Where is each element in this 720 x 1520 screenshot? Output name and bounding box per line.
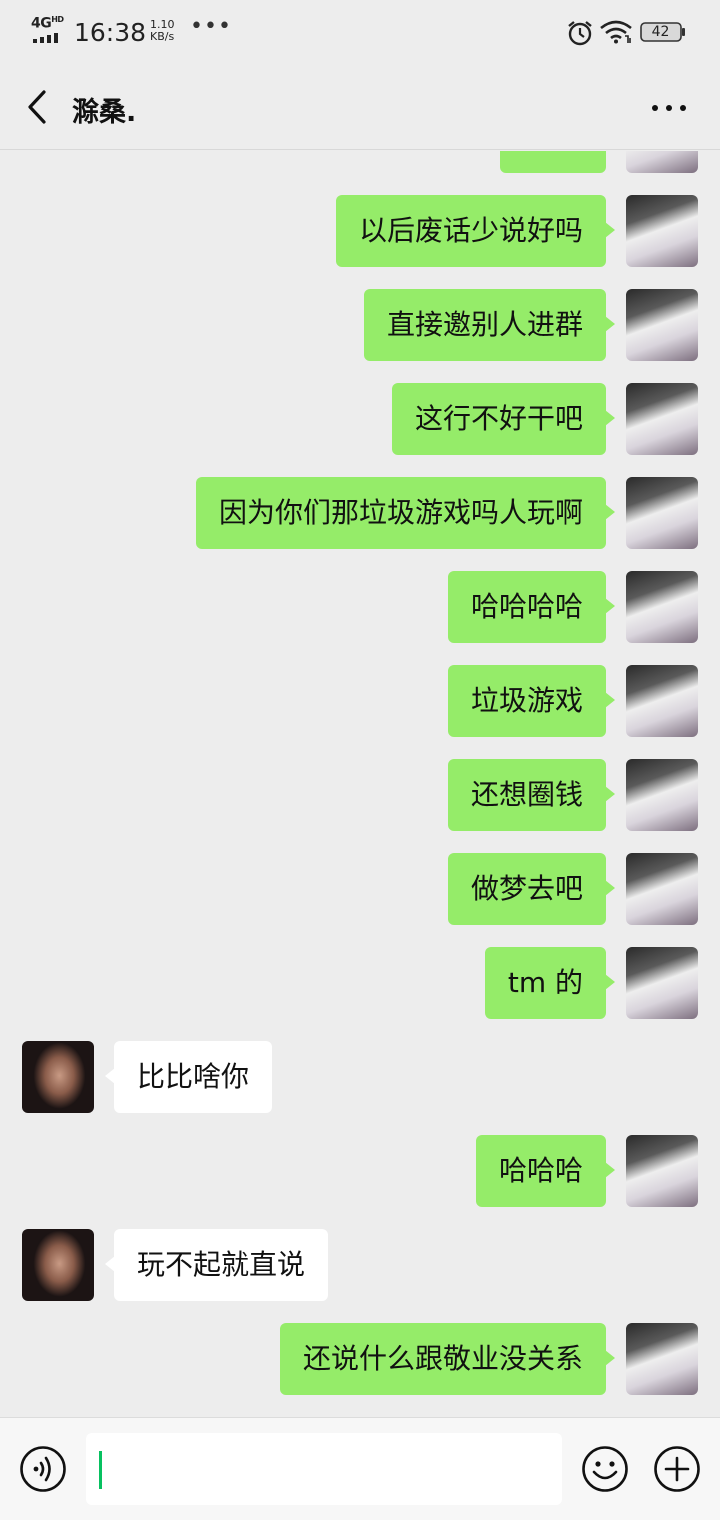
sent-message-bubble[interactable]: 因为你们那垃圾游戏吗人玩啊 — [195, 477, 616, 549]
sent-message-bubble[interactable]: 以后废话少说好吗 — [335, 195, 616, 267]
network-speed: 1.10 KB/s — [150, 18, 175, 43]
sent-message-bubble[interactable]: 垃圾游戏 — [447, 665, 616, 737]
wifi-icon — [600, 20, 632, 44]
contact-avatar[interactable] — [22, 1041, 94, 1113]
sent-message-bubble[interactable]: tm 的 — [484, 947, 616, 1019]
message-input[interactable] — [86, 1433, 562, 1505]
plus-icon[interactable] — [653, 1445, 701, 1493]
received-message-bubble[interactable]: 玩不起就直说 — [104, 1229, 329, 1301]
input-bar — [0, 1417, 720, 1520]
sent-message-bubble[interactable]: 直接邀别人进群 — [363, 289, 616, 361]
contact-avatar[interactable] — [22, 1229, 94, 1301]
voice-icon[interactable] — [19, 1445, 67, 1493]
self-avatar[interactable] — [626, 477, 698, 549]
sent-message-bubble[interactable]: 哈哈哈 — [475, 1135, 616, 1207]
status-bar: 4GHD 16:38 1.10 KB/s ••• 42 — [0, 0, 720, 64]
self-avatar[interactable] — [626, 195, 698, 267]
self-avatar[interactable] — [626, 947, 698, 1019]
emoji-icon[interactable] — [581, 1445, 629, 1493]
notification-dots: ••• — [190, 14, 232, 39]
self-avatar[interactable] — [626, 289, 698, 361]
sent-message-bubble[interactable]: 做梦去吧 — [447, 853, 616, 925]
self-avatar[interactable] — [626, 1323, 698, 1395]
chat-header: 滁桑. — [0, 64, 720, 150]
sent-message-bubble[interactable]: 还说什么跟敬业没关系 — [279, 1323, 616, 1395]
sent-message-bubble[interactable]: 这行不好干吧 — [391, 383, 616, 455]
self-avatar[interactable] — [626, 383, 698, 455]
self-avatar[interactable] — [626, 853, 698, 925]
alarm-icon — [568, 21, 592, 46]
battery-indicator: 42 — [640, 22, 686, 42]
self-avatar[interactable] — [626, 665, 698, 737]
signal-icon — [33, 33, 63, 43]
self-avatar[interactable] — [626, 151, 698, 173]
received-message-bubble[interactable]: 比比啥你 — [104, 1041, 273, 1113]
sent-message-bubble[interactable]: 还想圈钱 — [447, 759, 616, 831]
sent-message-bubble[interactable]: 哈哈哈哈 — [447, 571, 616, 643]
more-dots-icon[interactable] — [648, 94, 690, 122]
text-caret — [99, 1451, 102, 1489]
self-avatar[interactable] — [626, 1135, 698, 1207]
chevron-left-icon[interactable] — [20, 86, 54, 128]
message-list[interactable]: 以后废话少说好吗直接邀别人进群这行不好干吧因为你们那垃圾游戏吗人玩啊哈哈哈哈垃圾… — [0, 151, 720, 1417]
network-indicator: 4GHD — [31, 15, 64, 32]
self-avatar[interactable] — [626, 759, 698, 831]
status-time: 16:38 — [74, 18, 147, 47]
message-bubble-cutoff[interactable] — [500, 151, 606, 173]
chat-title: 滁桑. — [72, 97, 137, 128]
self-avatar[interactable] — [626, 571, 698, 643]
